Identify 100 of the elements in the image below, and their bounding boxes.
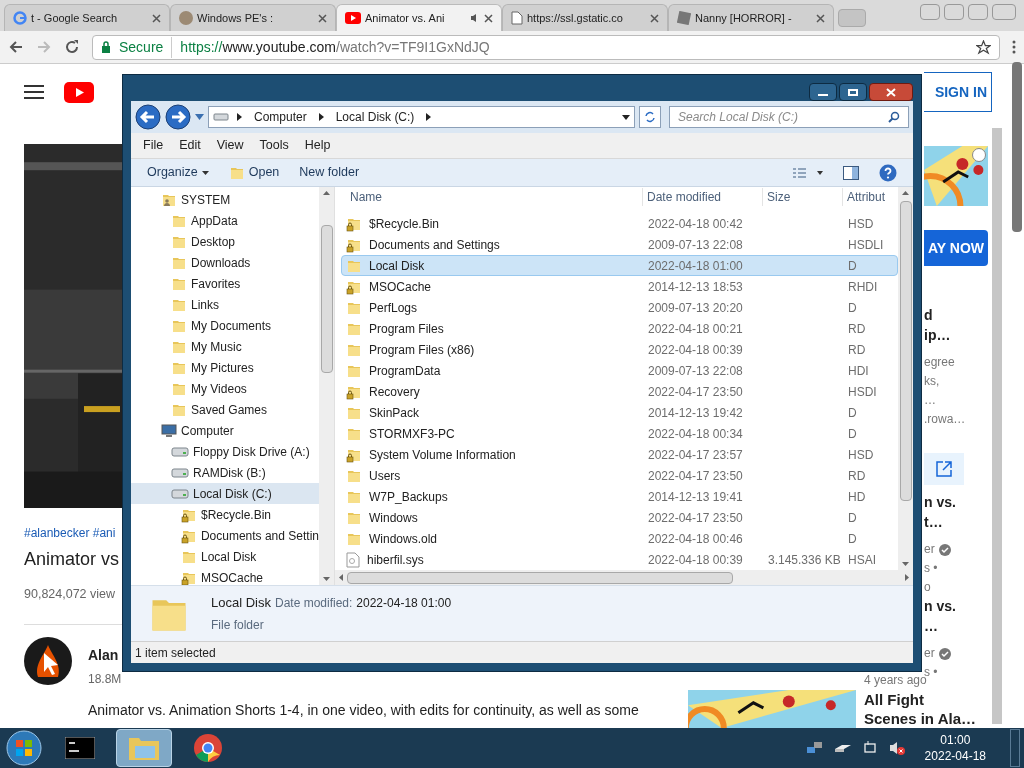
tree-item[interactable]: Local Disk — [131, 546, 319, 567]
chevron-right-icon[interactable] — [318, 113, 324, 121]
sign-in-button[interactable]: SIGN IN — [924, 72, 992, 112]
file-row[interactable]: hiberfil.sys 2022-04-18 00:39 3.145.336 KB HSAI — [341, 549, 898, 570]
address-field[interactable]: Secure https://www.youtube.com/watch?v=TF9I1GxNdJQ — [92, 34, 1000, 60]
browser-tab[interactable]: Windows PE's : — [170, 4, 336, 31]
toolbar-button[interactable]: Organize — [147, 163, 209, 182]
file-row[interactable]: Windows 2022-04-17 23:50 D — [341, 507, 898, 528]
file-row[interactable]: Users 2022-04-17 23:50 RD — [341, 465, 898, 486]
file-row[interactable]: W7P_Backups 2014-12-13 19:41 HD — [341, 486, 898, 507]
start-button[interactable] — [4, 729, 44, 767]
column-header[interactable]: Name — [341, 188, 643, 206]
search-icon[interactable] — [888, 111, 900, 123]
file-row[interactable]: Program Files 2022-04-18 00:21 RD — [341, 318, 898, 339]
logo-icon[interactable] — [64, 81, 94, 103]
card-title[interactable]: Scenes in Ala… — [864, 709, 976, 728]
hashtags-link[interactable]: #alanbecker #ani — [24, 524, 116, 542]
card-title[interactable]: t… — [924, 512, 943, 532]
scroll-down-icon[interactable] — [902, 562, 909, 566]
toolbar-button[interactable]: Open — [228, 163, 280, 182]
card-title[interactable]: ip… — [924, 325, 951, 345]
network-icon[interactable] — [806, 741, 823, 755]
page-scrollbar-thumb[interactable] — [1012, 62, 1022, 232]
tree-item[interactable]: Documents and Settin — [131, 525, 319, 546]
card-title[interactable]: n vs. — [924, 596, 956, 616]
file-row[interactable]: PerfLogs 2009-07-13 20:20 D — [341, 297, 898, 318]
tree-item[interactable]: My Pictures — [131, 357, 319, 378]
scroll-up-icon[interactable] — [323, 191, 330, 195]
reload-icon[interactable] — [64, 39, 80, 55]
browser-tab[interactable]: Nanny [HORROR] - — [668, 4, 834, 31]
menu-icon[interactable] — [24, 84, 44, 100]
drive-icon[interactable] — [834, 743, 851, 753]
menu-item[interactable]: View — [208, 136, 252, 155]
tree-item[interactable]: SYSTEM — [131, 189, 319, 210]
browser-tab[interactable]: Animator vs. Ani — [336, 4, 502, 31]
toolbar-button[interactable]: New folder — [299, 163, 360, 182]
card-title[interactable]: All Fight — [864, 690, 976, 709]
tree-item[interactable]: Floppy Disk Drive (A:) — [131, 441, 319, 462]
tree-item[interactable]: RAMDisk (B:) — [131, 462, 319, 483]
tree-item[interactable]: My Videos — [131, 378, 319, 399]
play-now-button[interactable]: AY NOW — [924, 230, 988, 266]
scrollbar[interactable] — [319, 187, 334, 585]
address-field[interactable]: Computer Local Disk (C:) — [208, 106, 635, 128]
tree-item[interactable]: Desktop — [131, 231, 319, 252]
star-icon[interactable] — [976, 39, 991, 55]
column-header[interactable]: Size — [763, 188, 843, 206]
search-field[interactable]: Search Local Disk (C:) — [669, 106, 909, 128]
tree-item[interactable]: My Documents — [131, 315, 319, 336]
file-row[interactable]: $Recycle.Bin 2022-04-18 00:42 HSD — [341, 213, 898, 234]
file-row[interactable]: STORMXF3-PC 2022-04-18 00:34 D — [341, 423, 898, 444]
tree-item[interactable]: MSOCache — [131, 567, 319, 585]
horizontal-scrollbar[interactable] — [335, 570, 913, 585]
close-icon[interactable] — [484, 13, 493, 23]
show-desktop-button[interactable] — [1010, 729, 1020, 767]
scroll-down-icon[interactable] — [323, 577, 330, 581]
close-icon[interactable] — [318, 13, 327, 23]
close-icon[interactable] — [816, 13, 825, 23]
file-row[interactable]: ProgramData 2009-07-13 22:08 HDI — [341, 360, 898, 381]
tree-item[interactable]: $Recycle.Bin — [131, 504, 319, 525]
file-row[interactable]: Program Files (x86) 2022-04-18 00:39 RD — [341, 339, 898, 360]
refresh-button[interactable] — [639, 106, 661, 128]
close-button[interactable] — [869, 83, 913, 101]
preview-pane-icon[interactable] — [843, 165, 859, 180]
chevron-right-icon[interactable] — [426, 113, 432, 121]
tree-item[interactable]: My Music — [131, 336, 319, 357]
tree-item[interactable]: AppData — [131, 210, 319, 231]
chevron-right-icon[interactable] — [237, 113, 242, 121]
scroll-up-icon[interactable] — [902, 191, 909, 195]
column-header[interactable]: Attribut — [843, 188, 885, 206]
help-icon[interactable] — [879, 163, 897, 182]
minimize-button[interactable] — [809, 83, 837, 101]
monitor-icon[interactable] — [862, 741, 877, 755]
dropdown-arrow-icon[interactable] — [195, 114, 204, 120]
file-row[interactable]: Recovery 2022-04-17 23:50 HSDI — [341, 381, 898, 402]
tree-item[interactable]: Computer — [131, 420, 319, 441]
breadcrumb-item[interactable]: Computer — [250, 108, 311, 126]
scrollbar[interactable] — [898, 187, 913, 570]
card-title[interactable]: … — [924, 616, 938, 636]
tree-item[interactable]: Local Disk (C:) — [131, 483, 319, 504]
external-link-button[interactable] — [924, 453, 964, 485]
view-options-icon[interactable] — [793, 166, 823, 179]
clock[interactable]: 01:00 2022-04-18 — [924, 732, 1002, 764]
scrollbar[interactable] — [992, 128, 1002, 724]
scrollbar-thumb[interactable] — [320, 225, 333, 373]
file-row[interactable]: Documents and Settings 2009-07-13 22:08 HSDLI — [341, 234, 898, 255]
more-icon[interactable] — [1012, 40, 1016, 54]
menu-item[interactable]: File — [135, 136, 172, 155]
tree-item[interactable]: Saved Games — [131, 399, 319, 420]
tree-item[interactable]: Downloads — [131, 252, 319, 273]
channel-name[interactable]: Alan — [88, 644, 122, 666]
back-arrow-icon[interactable] — [8, 39, 24, 55]
browser-tab[interactable]: t - Google Search — [4, 4, 170, 31]
caret-icon[interactable] — [622, 114, 630, 120]
column-header[interactable]: Date modified — [643, 188, 763, 206]
browser-tab[interactable]: https://ssl.gstatic.co — [502, 4, 668, 31]
scrollbar-thumb[interactable] — [347, 571, 733, 584]
breadcrumb-item[interactable]: Local Disk (C:) — [331, 108, 419, 126]
close-icon[interactable] — [152, 13, 161, 23]
muted-speaker-icon[interactable] — [888, 741, 905, 755]
card-title[interactable]: n vs. — [924, 492, 956, 512]
